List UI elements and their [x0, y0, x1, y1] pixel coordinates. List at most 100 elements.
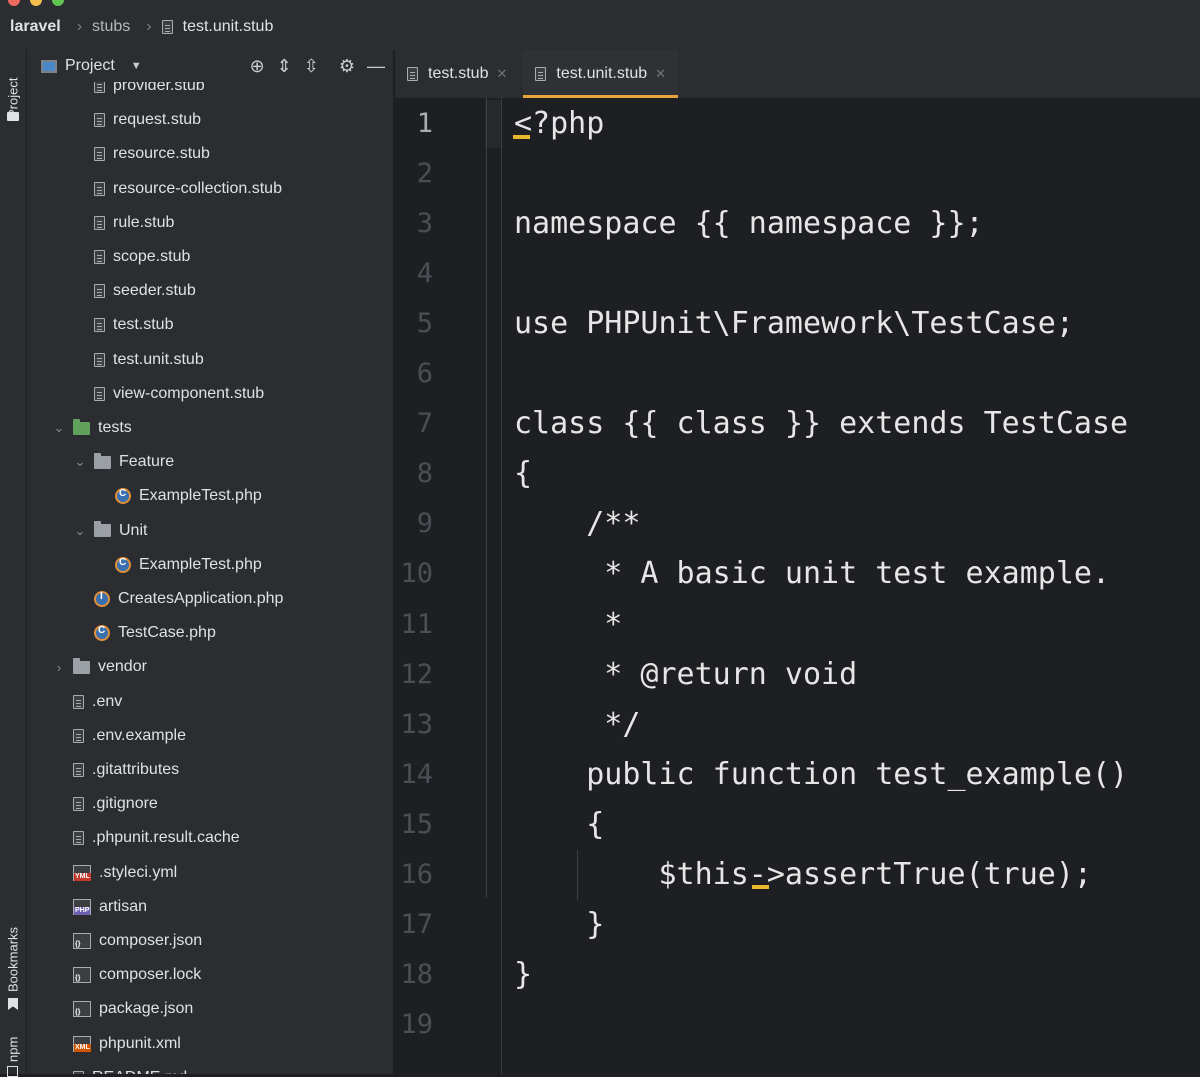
- breadcrumb-file[interactable]: test.unit.stub: [183, 18, 274, 36]
- close-window-icon[interactable]: [8, 0, 20, 6]
- tree-item-label: seeder.stub: [113, 282, 196, 300]
- tree-item[interactable]: .env.example: [27, 719, 393, 753]
- chevron-down-icon[interactable]: ▼: [131, 60, 142, 72]
- code-line[interactable]: }: [514, 950, 532, 1000]
- tree-item-label: composer.lock: [99, 966, 202, 984]
- tree-item[interactable]: {} package.json: [27, 992, 393, 1026]
- code-line[interactable]: /**: [514, 499, 640, 549]
- tree-item[interactable]: .env: [27, 685, 393, 719]
- tree-item[interactable]: seeder.stub: [27, 274, 393, 308]
- code-line[interactable]: public function test_example(): [514, 750, 1128, 800]
- window-controls[interactable]: [8, 0, 64, 6]
- tree-item[interactable]: ExampleTest.php: [27, 548, 393, 582]
- code-line[interactable]: * A basic unit test example.: [514, 549, 1110, 599]
- tab-test-stub[interactable]: test.stub ✕: [395, 50, 519, 98]
- minimize-window-icon[interactable]: [30, 0, 42, 6]
- gear-icon[interactable]: ⚙: [339, 56, 355, 77]
- project-view-selector[interactable]: Project: [65, 57, 115, 75]
- line-number: 17: [400, 908, 433, 940]
- tree-item[interactable]: {} composer.json: [27, 924, 393, 958]
- xml-file-icon: XML: [73, 1035, 91, 1052]
- code-line[interactable]: {: [514, 449, 532, 499]
- tree-item-label: test.unit.stub: [113, 350, 204, 368]
- tree-item[interactable]: view-component.stub: [27, 377, 393, 411]
- tree-item[interactable]: rule.stub: [27, 206, 393, 240]
- tree-item[interactable]: › vendor: [27, 650, 393, 684]
- line-number: 16: [400, 858, 433, 890]
- code-line[interactable]: class {{ class }} extends TestCase: [514, 399, 1128, 449]
- project-panel-header: Project ▼ ⊕ ⇕ ⇳ ⚙ —: [27, 50, 393, 82]
- tree-item[interactable]: ⌄ Unit: [27, 514, 393, 548]
- tree-item[interactable]: XML phpunit.xml: [27, 1027, 393, 1061]
- tab-test-unit-stub[interactable]: test.unit.stub ✕: [523, 50, 679, 98]
- npm-tool-button[interactable]: npm: [0, 1032, 26, 1062]
- npm-tool-label: npm: [5, 1036, 21, 1062]
- code-line[interactable]: }: [514, 900, 604, 950]
- tree-item[interactable]: TestCase.php: [27, 616, 393, 650]
- file-icon: [94, 318, 105, 333]
- tree-item[interactable]: CreatesApplication.php: [27, 582, 393, 616]
- line-number: 18: [400, 958, 433, 990]
- tree-item[interactable]: test.stub: [27, 308, 393, 342]
- file-icon: [94, 181, 105, 196]
- tree-item[interactable]: ⌄ tests: [27, 411, 393, 445]
- project-tool-button[interactable]: Project: [0, 58, 26, 118]
- code-line[interactable]: namespace {{ namespace }};: [514, 199, 984, 249]
- hide-panel-icon[interactable]: —: [367, 56, 385, 77]
- tree-item[interactable]: {} composer.lock: [27, 958, 393, 992]
- code-line[interactable]: *: [514, 600, 622, 650]
- tree-item[interactable]: ⌄ Feature: [27, 445, 393, 479]
- yaml-file-icon: YML: [73, 864, 91, 881]
- bookmark-icon: [8, 998, 18, 1010]
- file-icon: [161, 20, 173, 34]
- tree-item-label: Unit: [119, 521, 148, 539]
- breadcrumb-folder[interactable]: stubs: [92, 18, 130, 36]
- code-line[interactable]: {: [514, 800, 604, 850]
- bookmarks-tool-button[interactable]: Bookmarks: [0, 922, 26, 992]
- tree-item[interactable]: scope.stub: [27, 240, 393, 274]
- tree-item[interactable]: test.unit.stub: [27, 343, 393, 377]
- php-script-icon: PHP: [73, 898, 91, 915]
- chevron-down-icon[interactable]: ⌄: [74, 523, 86, 539]
- close-tab-icon[interactable]: ✕: [496, 66, 507, 82]
- tree-item[interactable]: resource.stub: [27, 137, 393, 171]
- locate-file-icon[interactable]: ⊕: [250, 56, 265, 77]
- line-number: 3: [416, 208, 433, 240]
- tree-item-label: phpunit.xml: [99, 1034, 181, 1052]
- chevron-right-icon[interactable]: ›: [53, 660, 65, 675]
- tree-item-label: package.json: [99, 1000, 194, 1018]
- zoom-window-icon[interactable]: [52, 0, 64, 6]
- code-line[interactable]: $this->assertTrue(true);: [514, 850, 1091, 900]
- file-icon: [407, 67, 418, 81]
- tree-item[interactable]: .phpunit.result.cache: [27, 821, 393, 855]
- close-tab-icon[interactable]: ✕: [655, 66, 666, 82]
- json-file-icon: {}: [73, 1001, 91, 1018]
- tree-item-label: Feature: [119, 453, 175, 471]
- tree-item-label: .gitattributes: [92, 761, 180, 778]
- tree-item[interactable]: .gitattributes: [27, 753, 393, 787]
- line-number: 14: [400, 758, 433, 790]
- tree-item[interactable]: PHP artisan: [27, 890, 393, 924]
- file-icon: [73, 728, 84, 743]
- code-line[interactable]: <?php: [514, 99, 604, 149]
- line-number: 8: [416, 458, 433, 490]
- tree-item[interactable]: ExampleTest.php: [27, 479, 393, 513]
- chevron-right-icon: ›: [146, 18, 152, 35]
- breadcrumb-root[interactable]: laravel: [10, 18, 61, 36]
- code-line[interactable]: */: [514, 700, 640, 750]
- tree-item-label: resource.stub: [113, 145, 210, 163]
- tree-item-label: .gitignore: [92, 795, 158, 813]
- collapse-all-icon[interactable]: ⇳: [304, 56, 319, 77]
- tree-item[interactable]: README.md: [27, 1061, 393, 1074]
- code-editor[interactable]: <?php namespace {{ namespace }}; use PHPUn…: [501, 98, 1200, 1074]
- code-line[interactable]: * @return void: [514, 650, 857, 700]
- chevron-down-icon[interactable]: ⌄: [74, 454, 86, 470]
- line-number: 15: [400, 808, 433, 840]
- tree-item[interactable]: .gitignore: [27, 787, 393, 821]
- chevron-down-icon[interactable]: ⌄: [53, 420, 65, 436]
- expand-all-icon[interactable]: ⇕: [277, 56, 292, 77]
- tree-item[interactable]: resource-collection.stub: [27, 172, 393, 206]
- code-line[interactable]: use PHPUnit\Framework\TestCase;: [514, 299, 1074, 349]
- tree-item[interactable]: YML .styleci.yml: [27, 856, 393, 890]
- tree-item[interactable]: request.stub: [27, 103, 393, 137]
